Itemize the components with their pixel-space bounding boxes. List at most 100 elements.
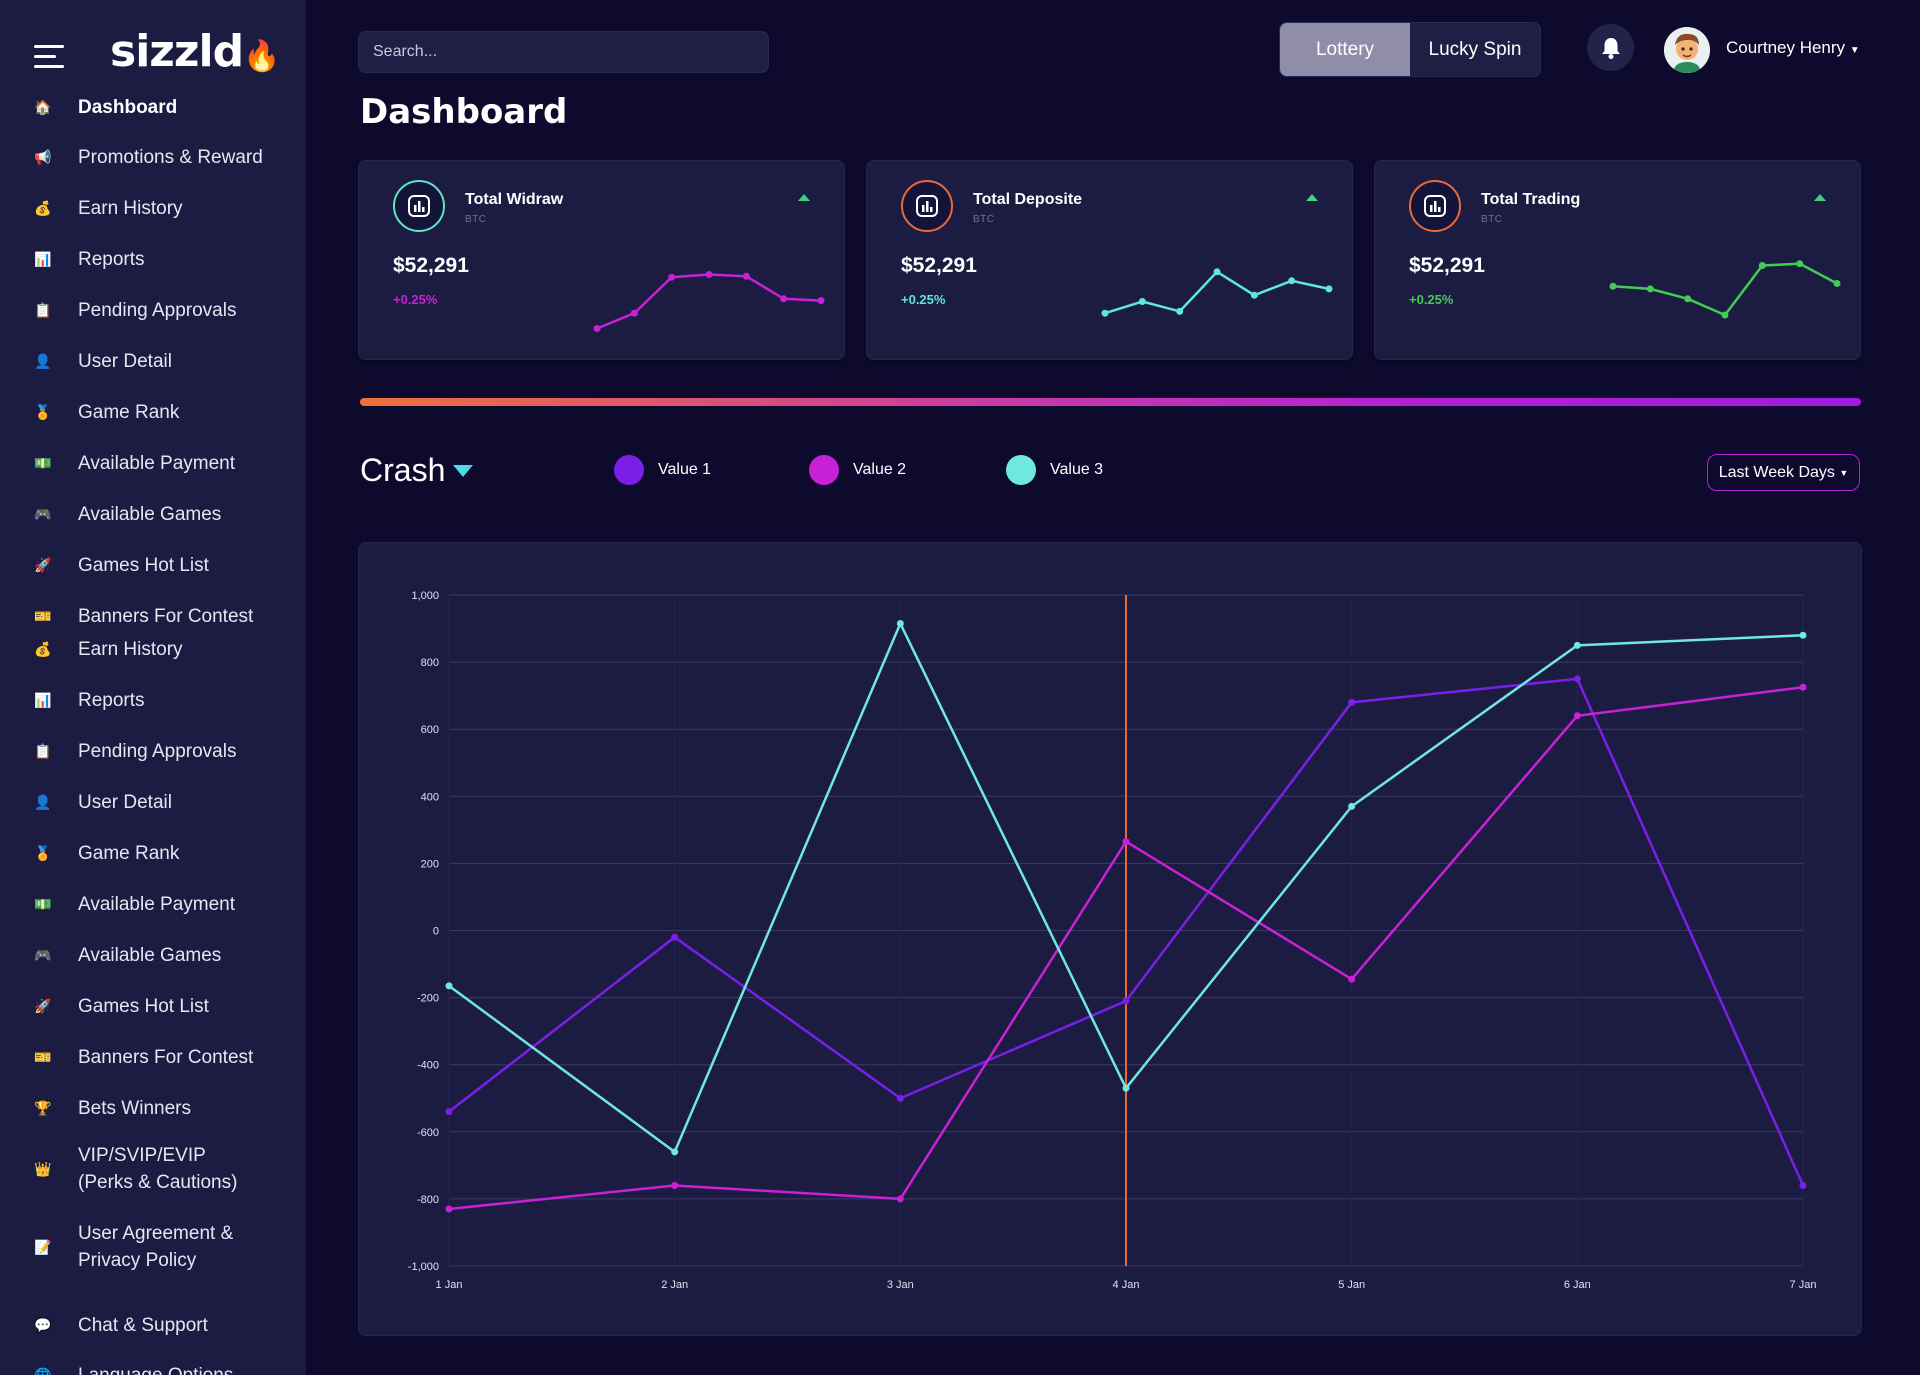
data-point [671,933,679,941]
caret-up-icon[interactable] [1814,194,1826,201]
sidebar-item-games-hot-list[interactable]: 🚀 Games Hot List [0,552,306,579]
sidebar-item-label: Language Options [78,1362,233,1375]
rank-icon: 🏅 [34,403,52,420]
legend-value-3[interactable]: Value 3 [1006,455,1103,485]
card-currency: BTC [465,214,487,225]
hot-list-icon: 🚀 [34,556,52,573]
card-change: +0.25% [1409,292,1454,307]
user-menu[interactable]: Courtney Henry ▼ [1726,38,1860,58]
sidebar-item-pending-approvals[interactable]: 📋 Pending Approvals [0,297,306,324]
sidebar-item-banners-for-contest[interactable]: 🎫 Banners For Contest [0,1044,306,1071]
menu-icon[interactable] [34,45,64,71]
card-currency: BTC [1481,214,1503,225]
sidebar-item-reports[interactable]: 📊 Reports [0,687,306,714]
search-input[interactable] [358,31,769,73]
sidebar-item-game-rank[interactable]: 🏅 Game Rank [0,399,306,426]
stat-card-deposit: Total Deposite BTC $52,291 +0.25% [866,160,1353,360]
card-value: $52,291 [901,254,977,277]
logo[interactable]: sizzld🔥 [110,26,280,77]
coins-icon: 💰 [34,640,52,657]
y-tick-label: 400 [421,791,439,803]
banner-icon: 🎫 [34,607,52,624]
legend-value-1[interactable]: Value 1 [614,455,711,485]
sidebar-item-bets-winners[interactable]: 🏆 Bets Winners [0,1095,306,1122]
sidebar-item-available-payment[interactable]: 💵 Available Payment [0,450,306,477]
crash-dropdown[interactable]: Crash [360,452,474,489]
date-range-dropdown[interactable]: Last Week Days ▼ [1707,454,1860,491]
x-tick-label: 4 Jan [1113,1279,1140,1291]
gradient-divider [360,398,1861,406]
x-tick-label: 7 Jan [1790,1279,1817,1291]
data-point [896,1195,904,1203]
x-tick-label: 1 Jan [436,1279,463,1291]
data-point [1573,712,1581,720]
sparkline-point [1325,285,1333,293]
sparkline-point [742,272,750,280]
y-tick-label: 200 [421,858,439,870]
sparkline-point [1609,282,1617,290]
caret-up-icon[interactable] [1306,194,1318,201]
sidebar-item-user-detail[interactable]: 👤 User Detail [0,789,306,816]
legend-value-2[interactable]: Value 2 [809,455,906,485]
sidebar-item-available-payment[interactable]: 💵 Available Payment [0,891,306,918]
user-name: Courtney Henry [1726,38,1846,57]
x-tick-label: 3 Jan [887,1279,914,1291]
sparkline-point [1288,277,1296,285]
sparkline-point [593,325,601,332]
data-point [896,620,904,628]
bell-icon [1601,37,1620,59]
legend-dot [614,455,644,485]
sidebar-item-available-games[interactable]: 🎮 Available Games [0,942,306,969]
trading-chart-icon [1409,180,1461,232]
caret-down-icon [453,464,474,477]
payment-icon: 💵 [34,895,52,912]
caret-up-icon[interactable] [798,194,810,201]
support-icon: 💬 [34,1316,52,1333]
sidebar-item-label: Available Payment [78,453,236,474]
x-tick-label: 6 Jan [1564,1279,1591,1291]
sidebar-item-label: VIP/SVIP/EVIP (Perks & Cautions) [78,1145,238,1193]
card-title: Total Deposite [973,191,1083,208]
sidebar-item-label: Game Rank [78,843,180,864]
toggle-lottery[interactable]: Lottery [1280,23,1410,76]
sidebar-item-vip-svip-evip[interactable]: 👑 VIP/SVIP/EVIP (Perks & Cautions) [0,1142,306,1196]
withdraw-icon [393,180,445,232]
y-tick-label: 1,000 [411,590,439,602]
card-title: Total Widraw [465,191,564,208]
sidebar-item-games-hot-list[interactable]: 🚀 Games Hot List [0,993,306,1020]
rank-icon: 🏅 [34,844,52,861]
trophy-icon: 🏆 [34,1099,52,1116]
sidebar-item-reports[interactable]: 📊 Reports [0,246,306,273]
sidebar-item-user-agreement[interactable]: 📝 User Agreement & Privacy Policy [0,1220,306,1274]
y-tick-label: -400 [417,1060,439,1072]
sidebar-item-dashboard[interactable]: 🏠 Dashboard [0,94,306,121]
sidebar-item-available-games[interactable]: 🎮 Available Games [0,501,306,528]
sidebar-item-chat-support[interactable]: 💬 Chat & Support [0,1312,306,1339]
y-tick-label: 600 [421,724,439,736]
sidebar-item-earn-history[interactable]: 💰 Earn History [0,636,306,663]
hot-list-icon: 🚀 [34,997,52,1014]
sidebar-item-label: User Detail [78,792,172,813]
sidebar-item-earn-history[interactable]: 💰 Earn History [0,195,306,222]
legend-label: Value 1 [658,461,712,478]
page-title: Dashboard [360,92,568,132]
sparkline-point [1721,311,1729,319]
sidebar-item-language-options[interactable]: 🌐 Language Options [0,1362,306,1375]
sidebar-item-banners-for-contest[interactable]: 🎫 Banners For Contest [0,603,306,630]
sparkline-point [1796,260,1804,268]
data-point [1348,802,1356,810]
user-icon: 👤 [34,352,52,369]
notification-button[interactable] [1587,24,1634,71]
sidebar-item-promotions-reward[interactable]: 📢 Promotions & Reward [0,144,306,171]
sidebar-item-user-detail[interactable]: 👤 User Detail [0,348,306,375]
data-point [1122,997,1130,1005]
sparkline-chart [1101,268,1333,317]
avatar[interactable] [1664,27,1710,73]
sidebar-item-game-rank[interactable]: 🏅 Game Rank [0,840,306,867]
sparkline-point [1758,262,1766,269]
data-point [1573,675,1581,683]
toggle-lucky-spin[interactable]: Lucky Spin [1410,23,1540,76]
data-point [445,982,453,990]
date-range-label: Last Week Days [1718,463,1835,481]
sidebar-item-pending-approvals[interactable]: 📋 Pending Approvals [0,738,306,765]
